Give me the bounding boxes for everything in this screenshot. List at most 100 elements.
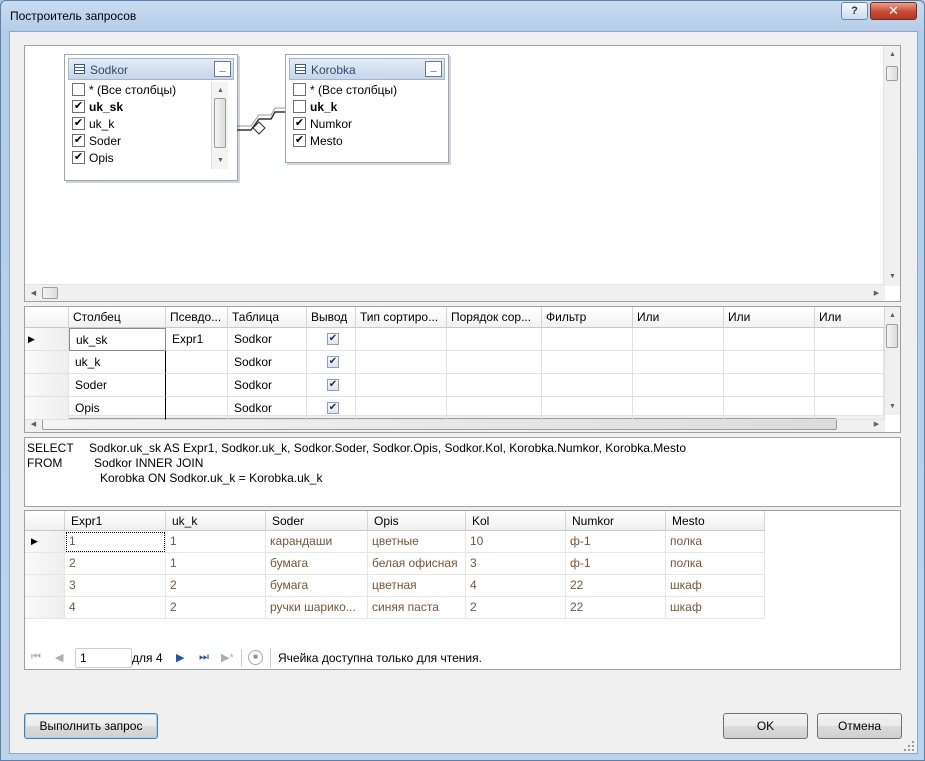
results-column-header[interactable]: Expr1	[65, 511, 166, 531]
result-cell[interactable]: ручки шарико...	[266, 597, 368, 619]
grid-cell[interactable]	[724, 351, 815, 374]
results-column-header[interactable]: Mesto	[666, 511, 765, 531]
grid-cell-column[interactable]: uk_k	[69, 351, 166, 374]
scroll-left-arrow-icon[interactable]: ◀	[25, 285, 42, 302]
grid-cell[interactable]	[815, 351, 885, 374]
scroll-thumb[interactable]	[214, 98, 226, 148]
grid-cell-output[interactable]: ✔	[307, 397, 356, 420]
minimize-table-button[interactable]: _	[425, 61, 442, 77]
grid-vertical-scrollbar[interactable]: ▲ ▼	[883, 307, 900, 415]
new-record-icon[interactable]: ▶*	[221, 651, 234, 664]
minimize-table-button[interactable]: _	[214, 61, 231, 77]
scroll-right-arrow-icon[interactable]: ▶	[868, 285, 885, 302]
results-column-header[interactable]: Soder	[266, 511, 368, 531]
result-cell[interactable]: ф-1	[566, 531, 666, 553]
ok-button[interactable]: OK	[723, 713, 808, 739]
result-cell[interactable]: 3	[65, 575, 166, 597]
result-cell[interactable]: ф-1	[566, 553, 666, 575]
grid-column-header[interactable]: Столбец	[69, 307, 166, 328]
results-column-header[interactable]: Opis	[368, 511, 466, 531]
checked-checkbox-icon[interactable]: ✔	[72, 151, 85, 164]
checked-checkbox-icon[interactable]: ✔	[327, 379, 339, 391]
table-column-row[interactable]: * (Все столбцы)	[291, 82, 451, 99]
grid-cell-alias[interactable]	[166, 374, 228, 397]
table-sodkor[interactable]: Sodkor _ * (Все столбцы) ✔ uk_sk ✔ uk_k ✔ Sode…	[64, 54, 238, 181]
diagram-vertical-scrollbar[interactable]: ▲ ▼	[883, 46, 900, 286]
grid-cell-output[interactable]: ✔	[307, 374, 356, 397]
first-record-icon[interactable]: ⏮	[31, 651, 41, 664]
diagram-pane[interactable]: Sodkor _ * (Все столбцы) ✔ uk_sk ✔ uk_k ✔ Sode…	[24, 45, 901, 302]
grid-cell[interactable]	[542, 351, 633, 374]
result-cell[interactable]: карандаши	[266, 531, 368, 553]
result-cell[interactable]: бумага	[266, 575, 368, 597]
help-button[interactable]: ?	[841, 2, 868, 20]
result-cell[interactable]: 2	[166, 597, 266, 619]
grid-cell-column[interactable]: Opis	[69, 397, 166, 420]
table-column-row[interactable]: ✔ Numkor	[291, 116, 451, 133]
unchecked-checkbox-icon[interactable]	[293, 83, 306, 96]
table-column-row[interactable]: * (Все столбцы)	[70, 82, 230, 99]
table-column-row[interactable]: ✔ uk_k	[70, 116, 230, 133]
result-row-selector[interactable]	[25, 575, 65, 597]
result-cell[interactable]: полка	[666, 553, 765, 575]
grid-cell-table[interactable]: Sodkor	[228, 328, 307, 351]
grid-cell[interactable]	[815, 374, 885, 397]
grid-column-header[interactable]: Или	[815, 307, 885, 328]
result-cell[interactable]: 2	[166, 575, 266, 597]
checked-checkbox-icon[interactable]: ✔	[72, 100, 85, 113]
unchecked-checkbox-icon[interactable]	[72, 83, 85, 96]
result-cell[interactable]: шкаф	[666, 597, 765, 619]
current-row-arrow-icon[interactable]: ▶	[25, 531, 65, 553]
grid-cell-column[interactable]: Soder	[69, 374, 166, 397]
grid-column-header[interactable]: Фильтр	[542, 307, 633, 328]
grid-cell[interactable]	[815, 328, 885, 351]
table-korobka[interactable]: Korobka _ * (Все столбцы) uk_k ✔ Numkor ✔ Mes…	[285, 54, 449, 163]
grid-cell[interactable]	[447, 374, 542, 397]
sql-pane[interactable]: SELECT Sodkor.uk_sk AS Expr1, Sodkor.uk_…	[24, 437, 901, 507]
checked-checkbox-icon[interactable]: ✔	[72, 134, 85, 147]
grid-cell[interactable]	[724, 374, 815, 397]
next-record-icon[interactable]: ▶	[176, 651, 184, 664]
scroll-up-arrow-icon[interactable]: ▲	[884, 307, 900, 324]
checked-checkbox-icon[interactable]: ✔	[327, 402, 339, 414]
scroll-down-arrow-icon[interactable]: ▼	[884, 268, 901, 285]
grid-cell[interactable]	[447, 328, 542, 351]
grid-cell[interactable]	[724, 328, 815, 351]
execute-query-button[interactable]: Выполнить запрос	[24, 713, 158, 739]
result-cell[interactable]: 3	[466, 553, 566, 575]
scroll-down-arrow-icon[interactable]: ▼	[212, 152, 229, 169]
scroll-up-arrow-icon[interactable]: ▲	[884, 46, 901, 63]
grid-cell-column[interactable]: uk_sk	[69, 328, 166, 351]
results-column-header[interactable]: uk_k	[166, 511, 266, 531]
grid-column-header[interactable]: Тип сортиро...	[356, 307, 447, 328]
grid-cell[interactable]	[633, 328, 724, 351]
criteria-grid-pane[interactable]: ▲ ▼ ◀ ▶ Столбец Псевдо... Таблица Вывод Тип …	[24, 306, 901, 433]
scroll-thumb[interactable]	[886, 324, 898, 348]
grid-cell[interactable]	[815, 397, 885, 420]
record-position-input[interactable]: 1	[75, 648, 132, 668]
grid-cell[interactable]	[724, 397, 815, 420]
table-column-row[interactable]: uk_k	[291, 99, 451, 116]
result-cell[interactable]: бумага	[266, 553, 368, 575]
diagram-horizontal-scrollbar[interactable]: ◀ ▶	[25, 284, 885, 301]
current-row-arrow-icon[interactable]: ▶	[25, 328, 69, 351]
result-cell[interactable]: белая офисная	[368, 553, 466, 575]
checked-checkbox-icon[interactable]: ✔	[72, 117, 85, 130]
results-column-header[interactable]: Kol	[466, 511, 566, 531]
result-cell[interactable]: 22	[566, 597, 666, 619]
result-cell[interactable]: 1	[166, 553, 266, 575]
result-cell[interactable]: цветная	[368, 575, 466, 597]
stop-icon[interactable]: ■	[248, 650, 263, 665]
grid-cell-output[interactable]: ✔	[307, 328, 356, 351]
grid-cell[interactable]	[356, 374, 447, 397]
grid-cell[interactable]	[633, 374, 724, 397]
results-column-header[interactable]: Numkor	[566, 511, 666, 531]
close-button[interactable]: ✕	[870, 2, 917, 20]
grid-cell[interactable]	[542, 374, 633, 397]
result-row-selector[interactable]	[25, 553, 65, 575]
result-row-selector[interactable]	[25, 597, 65, 619]
grid-cell[interactable]	[633, 351, 724, 374]
table-column-row[interactable]: ✔ Opis	[70, 150, 230, 167]
grid-column-header[interactable]: Таблица	[228, 307, 307, 328]
grid-cell[interactable]	[356, 397, 447, 420]
